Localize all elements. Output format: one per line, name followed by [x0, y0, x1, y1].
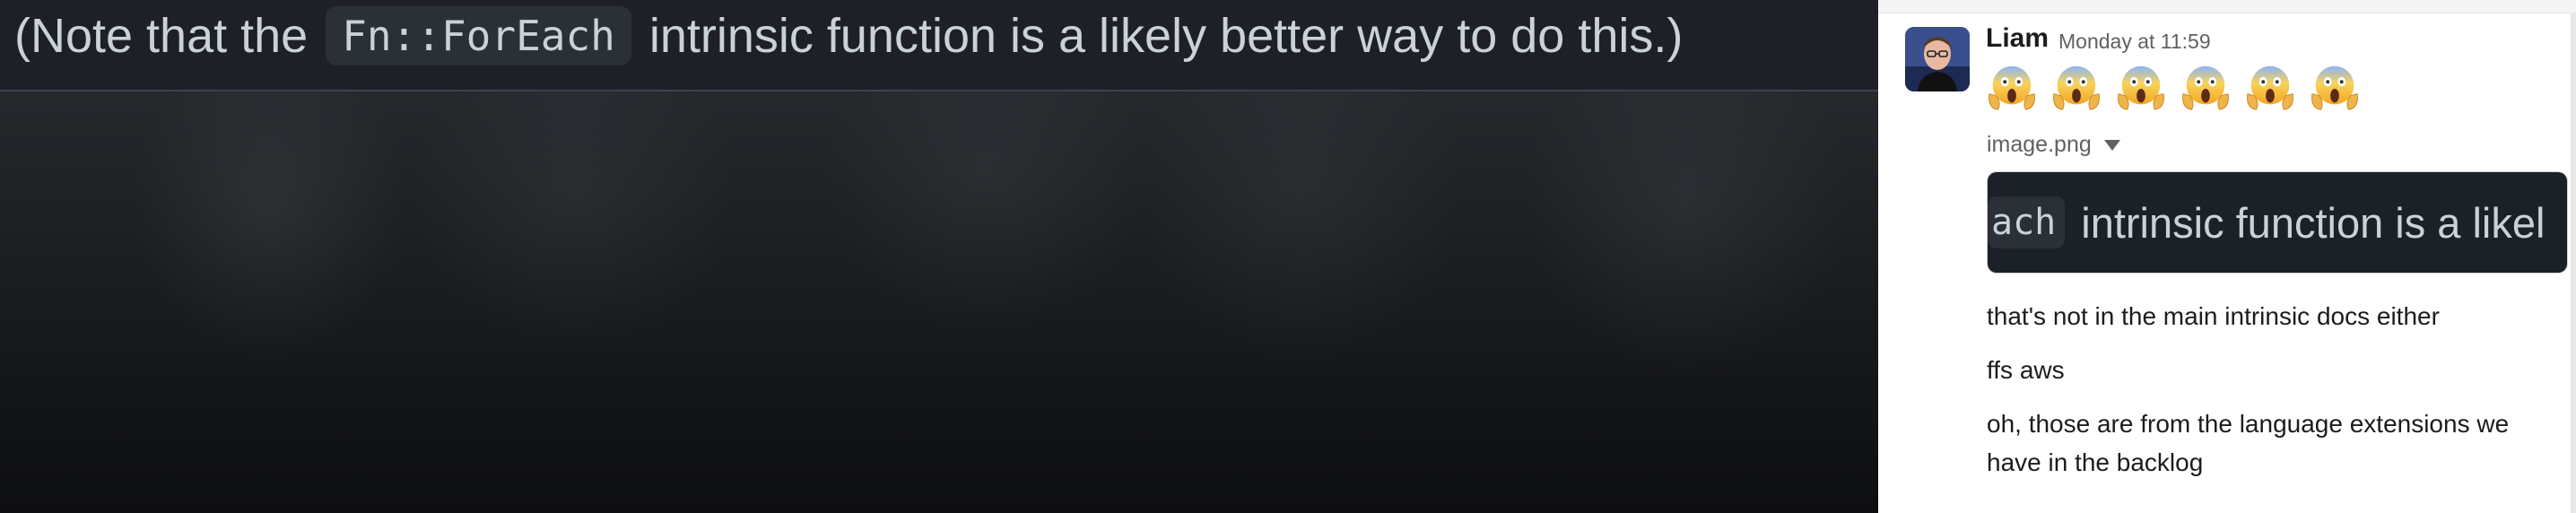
dark-gradient-area	[0, 91, 1878, 513]
emoji-row	[1984, 59, 2363, 115]
note-text: (Note that the Fn::ForEach intrinsic fun…	[14, 0, 1683, 72]
preview-text: intrinsic function is a likel	[2081, 198, 2546, 247]
face-screaming-in-fear-icon	[2178, 59, 2233, 115]
message-timestamp[interactable]: Monday at 11:59	[2058, 30, 2211, 54]
face-screaming-in-fear-icon	[2307, 59, 2363, 115]
note-bar: (Note that the Fn::ForEach intrinsic fun…	[0, 0, 1878, 91]
attachment-filename[interactable]: image.png	[1987, 132, 2092, 158]
face-screaming-in-fear-icon	[2113, 59, 2169, 115]
avatar[interactable]	[1905, 27, 1970, 91]
message-line: oh, those are from the language extensio…	[1987, 410, 2510, 476]
screenshot-pane: (Note that the Fn::ForEach intrinsic fun…	[0, 0, 1878, 513]
face-screaming-in-fear-icon	[1984, 59, 2040, 115]
face-screaming-in-fear-icon	[2049, 59, 2104, 115]
message-author[interactable]: Liam	[1986, 23, 2049, 54]
caret-down-icon[interactable]	[2103, 139, 2120, 151]
image-preview[interactable]: ach intrinsic function is a likel	[1988, 172, 2567, 273]
attachment-header[interactable]: image.png	[1987, 132, 2120, 158]
message-line: that's not in the main intrinsic docs ei…	[1987, 302, 2440, 330]
face-screaming-in-fear-icon	[2242, 59, 2298, 115]
preview-inline-code: ach	[1988, 196, 2066, 248]
note-prefix: (Note that the	[14, 9, 309, 63]
inline-code: Fn::ForEach	[326, 6, 631, 65]
note-suffix: intrinsic function is a likely better wa…	[648, 9, 1684, 63]
slack-message-panel: Liam Monday at 11:59 image.png ach intri…	[1878, 0, 2576, 513]
preview-content: ach intrinsic function is a likel	[1988, 172, 2545, 273]
scrollbar[interactable]	[2571, 13, 2576, 513]
message-line: ffs aws	[1987, 356, 2065, 384]
top-border	[1878, 0, 2576, 13]
